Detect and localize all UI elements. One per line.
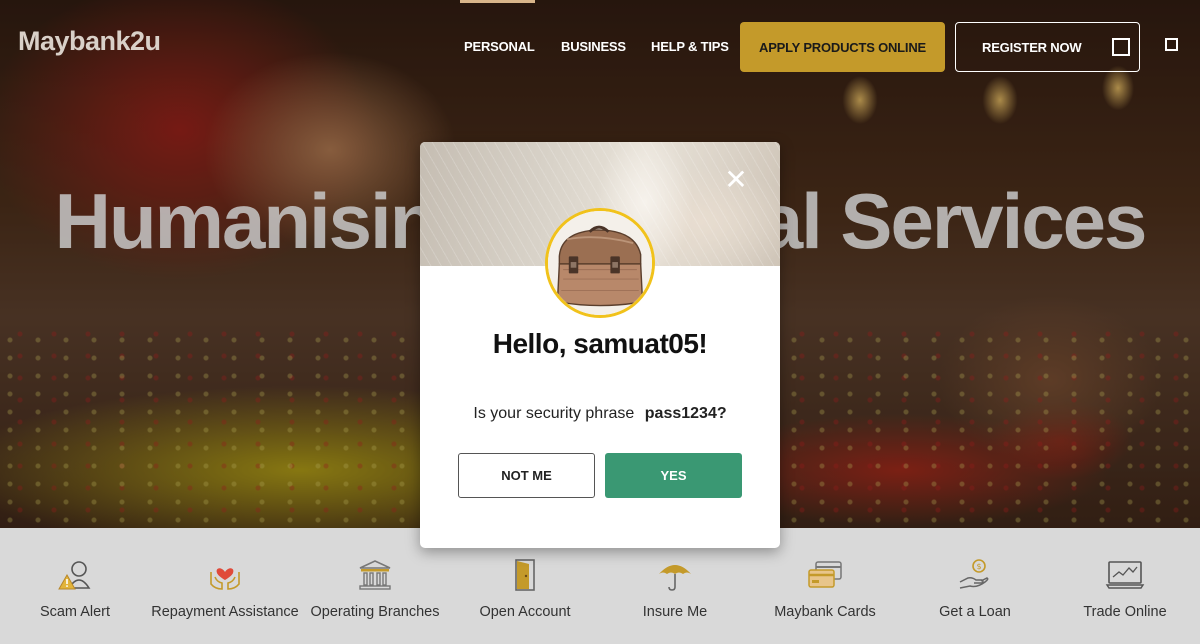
quick-link-repayment-assistance[interactable]: Repayment Assistance <box>150 528 300 644</box>
scam-alert-icon <box>58 561 91 590</box>
security-phrase-modal: ✕ Hello, samuat05! Is your security phra… <box>420 142 780 548</box>
security-image-avatar <box>545 208 655 318</box>
security-phrase-value: pass1234? <box>644 405 727 422</box>
quick-link-label: Trade Online <box>1083 604 1167 620</box>
loan-hand-icon: $ <box>959 559 989 589</box>
square-small-icon[interactable] <box>1165 38 1178 51</box>
trading-monitor-icon <box>1105 561 1145 589</box>
quick-link-label: Scam Alert <box>39 604 111 620</box>
quick-link-trade-online[interactable]: Trade Online <box>1050 528 1200 644</box>
credit-card-icon <box>808 561 842 588</box>
register-now-label: REGISTER NOW <box>982 39 1082 55</box>
greeting-heading: Hello, samuat05! <box>492 328 708 359</box>
security-phrase-prompt: Is your security phrase <box>473 405 635 422</box>
apply-products-online-button[interactable]: APPLY PRODUCTS ONLINE <box>740 22 945 72</box>
door-icon <box>515 559 535 591</box>
nav-item-personal[interactable]: PERSONAL <box>464 39 535 54</box>
yes-button[interactable]: YES <box>605 453 742 498</box>
nav-active-indicator <box>460 0 535 3</box>
close-icon[interactable]: ✕ <box>724 166 748 194</box>
top-nav: PERSONAL BUSINESS HELP & TIPS APPLY PROD… <box>0 0 1200 80</box>
nav-item-help-tips[interactable]: HELP & TIPS <box>651 39 729 54</box>
quick-link-get-a-loan[interactable]: $ Get a Loan <box>900 528 1050 644</box>
quick-link-label: Repayment Assistance <box>151 604 299 620</box>
not-me-button[interactable]: NOT ME <box>458 453 595 498</box>
quick-link-label: Maybank Cards <box>774 604 876 620</box>
quick-link-label: Insure Me <box>642 604 708 620</box>
repayment-assistance-icon <box>210 568 240 590</box>
quick-link-label: Get a Loan <box>939 604 1011 620</box>
quick-link-label: Operating Branches <box>310 604 440 620</box>
svg-text:$: $ <box>976 562 981 571</box>
security-phrase-question: Is your security phrase pass1234? <box>420 405 780 423</box>
quick-link-label: Open Account <box>479 604 571 620</box>
square-icon[interactable] <box>1112 38 1130 56</box>
umbrella-icon <box>659 565 691 591</box>
treasure-chest-image <box>548 211 652 315</box>
nav-item-business[interactable]: BUSINESS <box>561 39 626 54</box>
quick-link-scam-alert[interactable]: Scam Alert <box>0 528 150 644</box>
bank-building-icon <box>359 560 391 590</box>
